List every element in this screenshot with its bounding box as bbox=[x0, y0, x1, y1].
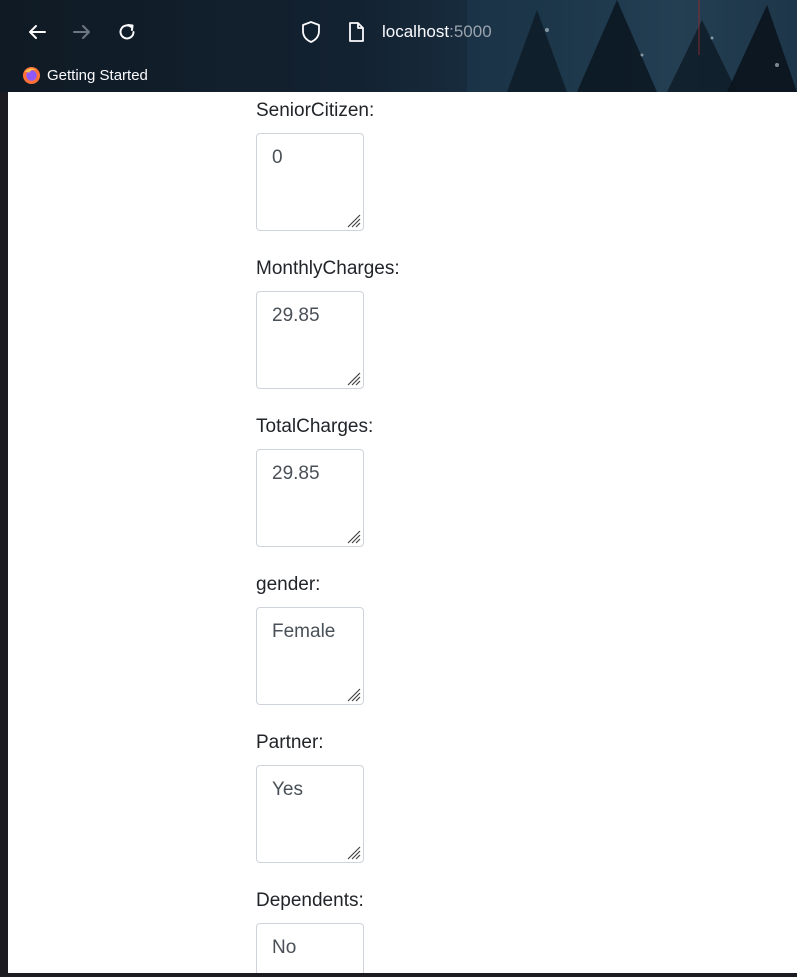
back-arrow-icon bbox=[29, 25, 46, 39]
page-icon bbox=[349, 22, 364, 42]
field-senior-citizen: SeniorCitizen: 0 bbox=[256, 98, 374, 231]
field-monthly-charges: MonthlyCharges: 29.85 bbox=[256, 256, 400, 389]
reload-icon bbox=[119, 24, 135, 40]
monthly-charges-textarea[interactable]: 29.85 bbox=[256, 291, 364, 389]
dependents-value: No bbox=[272, 937, 297, 958]
monthly-charges-value: 29.85 bbox=[272, 305, 320, 326]
url-text[interactable]: localhost:5000 bbox=[382, 22, 492, 42]
gender-label: gender: bbox=[256, 574, 321, 595]
bookmark-getting-started[interactable]: Getting Started bbox=[47, 67, 148, 84]
url-bar[interactable]: localhost:5000 bbox=[300, 18, 492, 46]
senior-citizen-textarea[interactable]: 0 bbox=[256, 133, 364, 231]
total-charges-value: 29.85 bbox=[272, 463, 320, 484]
partner-textarea[interactable]: Yes bbox=[256, 765, 364, 863]
partner-value: Yes bbox=[272, 779, 303, 800]
gender-textarea[interactable]: Female bbox=[256, 607, 364, 705]
resize-grip-icon[interactable] bbox=[343, 368, 361, 386]
forward-button[interactable] bbox=[64, 12, 100, 52]
total-charges-label: TotalCharges: bbox=[256, 416, 374, 437]
dependents-label: Dependents: bbox=[256, 890, 364, 911]
forward-arrow-icon bbox=[73, 25, 90, 39]
shield-icon[interactable] bbox=[300, 20, 322, 44]
bookmarks-toolbar: Getting Started bbox=[22, 64, 148, 86]
monthly-charges-label: MonthlyCharges: bbox=[256, 258, 400, 279]
page-content: SeniorCitizen: 0 MonthlyCharges: 29.85 T… bbox=[8, 92, 797, 973]
resize-grip-icon[interactable] bbox=[343, 526, 361, 544]
field-gender: gender: Female bbox=[256, 572, 364, 705]
partner-label: Partner: bbox=[256, 732, 324, 753]
resize-grip-icon[interactable] bbox=[343, 210, 361, 228]
resize-grip-icon[interactable] bbox=[343, 684, 361, 702]
browser-toolbar: localhost:5000 Getting Started bbox=[0, 0, 797, 92]
field-total-charges: TotalCharges: 29.85 bbox=[256, 414, 373, 547]
resize-grip-icon[interactable] bbox=[343, 842, 361, 860]
senior-citizen-value: 0 bbox=[272, 147, 283, 168]
navigation-bar: localhost:5000 bbox=[0, 12, 797, 52]
field-dependents: Dependents: No bbox=[256, 888, 364, 973]
firefox-icon bbox=[22, 66, 41, 84]
field-partner: Partner: Yes bbox=[256, 730, 364, 863]
dependents-textarea[interactable]: No bbox=[256, 923, 364, 973]
total-charges-textarea[interactable]: 29.85 bbox=[256, 449, 364, 547]
back-button[interactable] bbox=[19, 12, 55, 52]
gender-value: Female bbox=[272, 621, 336, 642]
senior-citizen-label: SeniorCitizen: bbox=[256, 100, 375, 121]
window-bottom-edge bbox=[0, 973, 797, 977]
reload-button[interactable] bbox=[109, 12, 145, 52]
